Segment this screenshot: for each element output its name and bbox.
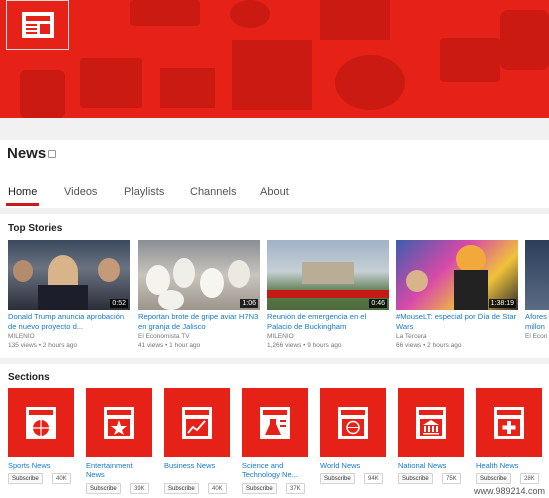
building-icon [416, 406, 446, 439]
verified-icon [48, 150, 56, 158]
newspaper-icon [21, 12, 54, 38]
video-meta: 135 views • 2 hours ago [8, 342, 78, 349]
subscriber-count: 37K [286, 483, 305, 494]
subscriber-count: 75K [442, 473, 461, 484]
section-label[interactable]: Health News [476, 461, 519, 470]
watermark: www.989214.com [473, 486, 545, 496]
flask-icon [260, 406, 290, 439]
banner-gap [0, 118, 549, 140]
subscribe-button[interactable]: Subscribe [86, 483, 121, 494]
star-icon [104, 406, 134, 439]
subscribe-button[interactable]: Subscribe [398, 473, 433, 484]
subscribe-button[interactable]: Subscribe [320, 473, 355, 484]
video-duration: 1:06 [240, 299, 258, 308]
section-tile-sports[interactable] [8, 388, 74, 457]
subscriber-count: 28K [520, 473, 539, 484]
section-label[interactable]: World News [320, 461, 360, 470]
subscribe-button[interactable]: Subscribe [242, 483, 277, 494]
video-thumbnail[interactable] [525, 240, 549, 310]
video-title[interactable]: #MouseLT: especial por Día de Star Wars [396, 312, 520, 332]
video-meta: 66 views • 2 hours ago [396, 342, 462, 349]
channel-tabs: Home Videos Playlists Channels About [0, 186, 549, 206]
video-channel[interactable]: El Economista TV [138, 333, 190, 340]
channel-banner [0, 0, 549, 118]
section-label[interactable]: Entertainment News [86, 461, 152, 479]
channel-logo[interactable] [6, 0, 69, 50]
video-duration: 0:46 [369, 299, 387, 308]
video-channel[interactable]: MILENIO [267, 333, 294, 340]
active-tab-indicator [6, 203, 39, 206]
video-meta: 1,266 views • 9 hours ago [267, 342, 342, 349]
section-tile-national[interactable] [398, 388, 464, 457]
section-tile-entertainment[interactable] [86, 388, 152, 457]
section-tile-health[interactable] [476, 388, 542, 457]
basketball-icon [26, 406, 56, 439]
section-label[interactable]: Science and Technology Ne... [242, 461, 312, 479]
subscriber-count: 94K [364, 473, 383, 484]
section-label[interactable]: Business News [164, 461, 215, 470]
section-tile-world[interactable] [320, 388, 386, 457]
video-channel[interactable]: La Tercera [396, 333, 427, 340]
sections-title[interactable]: Sections [8, 372, 50, 383]
video-title[interactable]: Donald Trump anuncia aprobación de nuevo… [8, 312, 132, 332]
video-title[interactable]: Afores millon [525, 312, 549, 332]
video-thumbnail[interactable]: 1:06 [138, 240, 260, 310]
video-thumbnail[interactable]: 1:38:19 [396, 240, 518, 310]
section-label[interactable]: National News [398, 461, 446, 470]
subscriber-count: 40K [208, 483, 227, 494]
top-stories-title[interactable]: Top Stories [8, 223, 62, 234]
video-channel[interactable]: MILENIO [8, 333, 35, 340]
subscriber-count: 39K [130, 483, 149, 494]
video-duration: 1:38:19 [488, 299, 516, 308]
video-thumbnail[interactable]: 0:52 [8, 240, 130, 310]
tab-channels[interactable]: Channels [190, 186, 236, 206]
video-duration: 0:52 [110, 299, 128, 308]
chart-icon [182, 406, 212, 439]
tab-about[interactable]: About [260, 186, 289, 206]
subscribe-button[interactable]: Subscribe [8, 473, 43, 484]
video-channel[interactable]: El Econ [525, 333, 549, 340]
subscriber-count: 40K [52, 473, 71, 484]
video-title[interactable]: Reunión de emergencia en el Palacio de B… [267, 312, 391, 332]
medical-cross-icon [494, 406, 524, 439]
section-tile-business[interactable] [164, 388, 230, 457]
globe-icon [338, 406, 368, 439]
subscribe-button[interactable]: Subscribe [164, 483, 199, 494]
tab-videos[interactable]: Videos [64, 186, 97, 206]
subscribe-button[interactable]: Subscribe [476, 473, 511, 484]
video-thumbnail[interactable]: 0:46 [267, 240, 389, 310]
video-title[interactable]: Reportan brote de gripe aviar H7N3 en gr… [138, 312, 262, 332]
tab-playlists[interactable]: Playlists [124, 186, 164, 206]
video-meta: 41 views • 1 hour ago [138, 342, 201, 349]
channel-title: News [7, 145, 47, 162]
section-tile-science[interactable] [242, 388, 308, 457]
section-label[interactable]: Sports News [8, 461, 51, 470]
